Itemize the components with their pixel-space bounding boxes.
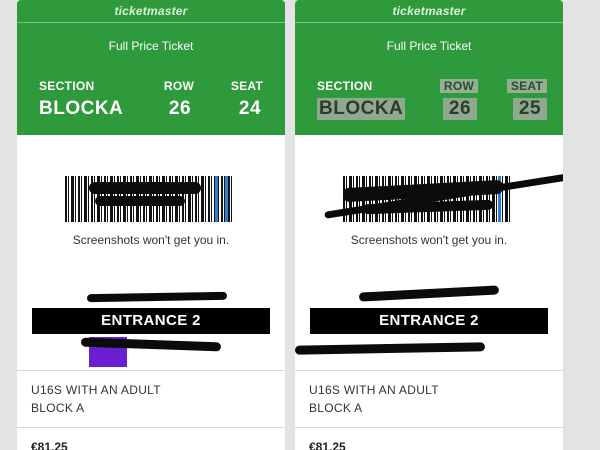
redaction-scribble	[358, 285, 500, 302]
redaction-scribble	[89, 182, 201, 194]
ticket-price: €81.25	[31, 440, 68, 450]
ticket-block: BLOCK A	[31, 401, 85, 415]
ticket-type: Full Price Ticket	[386, 39, 472, 53]
redaction-scribble	[295, 342, 486, 355]
redaction-scribble	[86, 291, 228, 303]
ticket-type: Full Price Ticket	[108, 39, 194, 53]
barcode	[65, 176, 233, 222]
entrance-banner: ENTRANCE 2	[310, 308, 548, 334]
row-label: ROW	[440, 79, 478, 93]
divider	[295, 370, 563, 371]
redaction-scribble	[95, 196, 185, 206]
row-label: ROW	[163, 79, 195, 93]
section-label: SECTION	[39, 79, 95, 93]
tickets-page: ticketmaster Full Price Ticket SECTION R…	[0, 0, 600, 450]
ticket-price: €81.25	[309, 440, 346, 450]
barcode-marker	[225, 176, 228, 222]
brand-logo: ticketmaster	[392, 4, 466, 18]
ticket-block: BLOCK A	[309, 401, 363, 415]
barcode-caption: Screenshots won't get you in.	[350, 233, 508, 247]
divider	[295, 427, 563, 428]
ticket-header: ticketmaster Full Price Ticket SECTION R…	[17, 0, 285, 135]
ticket-category: U16S WITH AN ADULT	[309, 383, 439, 397]
seat-label: SEAT	[507, 79, 547, 93]
divider	[17, 427, 285, 428]
seat-value: 25	[513, 98, 547, 120]
ticket-card: ticketmaster Full Price Ticket SECTION R…	[295, 0, 563, 450]
section-value: BLOCKA	[317, 98, 406, 120]
row-value: 26	[443, 98, 477, 120]
seat-label: SEAT	[230, 79, 264, 93]
barcode-marker	[215, 176, 218, 222]
ticket-header: ticketmaster Full Price Ticket SECTION R…	[295, 0, 563, 135]
header-divider	[17, 22, 285, 23]
divider	[17, 370, 285, 371]
row-value: 26	[168, 98, 192, 119]
barcode	[324, 168, 563, 222]
section-label: SECTION	[317, 79, 373, 93]
ticket-card: ticketmaster Full Price Ticket SECTION R…	[17, 0, 285, 450]
seat-value: 24	[238, 98, 262, 119]
brand-logo: ticketmaster	[114, 4, 188, 18]
ticket-category: U16S WITH AN ADULT	[31, 383, 161, 397]
barcode-caption: Screenshots won't get you in.	[72, 233, 230, 247]
section-value: BLOCKA	[39, 98, 124, 119]
entrance-banner: ENTRANCE 2	[32, 308, 270, 334]
header-divider	[295, 22, 563, 23]
